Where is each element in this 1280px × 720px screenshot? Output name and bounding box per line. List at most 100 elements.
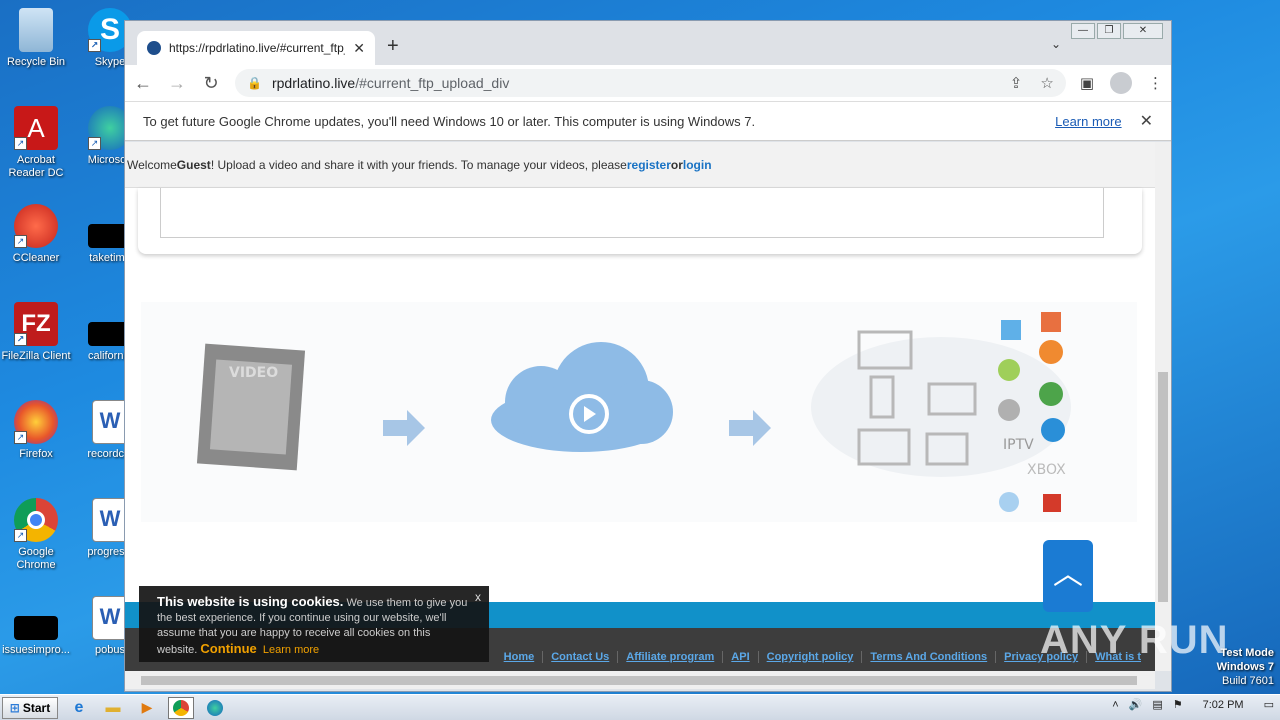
desktop-icon-acrobat[interactable]: A ↗ Acrobat Reader DC (0, 106, 72, 180)
desktop-icon-ccleaner[interactable]: ↗ CCleaner (0, 204, 72, 265)
recycle-bin-icon (19, 8, 53, 52)
cookie-learn-more-link[interactable]: Learn more (263, 644, 319, 656)
footer-link-api[interactable]: API (722, 651, 757, 663)
footer-link-copyright[interactable]: Copyright policy (757, 651, 862, 663)
new-tab-button[interactable]: + (387, 35, 399, 58)
taskbar-explorer-icon[interactable]: ▬ (100, 697, 126, 719)
acrobat-icon: A ↗ (14, 106, 58, 150)
network-icon[interactable]: ▤ (1152, 698, 1162, 711)
icon-label: Firefox (19, 448, 53, 460)
test-mode-watermark: Test Mode Windows 7 Build 7601 (1217, 646, 1274, 688)
flash-icon (1043, 494, 1061, 512)
desktop-icon-google-chrome[interactable]: ↗ Google Chrome (0, 498, 72, 572)
iptv-label: IPTV (1003, 437, 1034, 453)
forward-button[interactable]: → (167, 73, 187, 94)
address-bar[interactable]: 🔒 rpdrlatino.live/#current_ftp_upload_di… (235, 69, 1066, 97)
lock-icon[interactable]: 🔒 (247, 76, 262, 90)
windows-logo-icon: ⊞ (9, 700, 20, 715)
action-center-flag-icon[interactable]: ⚑ (1173, 698, 1183, 711)
taskbar-ie-icon[interactable]: e (66, 697, 92, 719)
icon-label: Recycle Bin (6, 56, 66, 68)
guest-name: Guest (176, 157, 211, 172)
restore-button[interactable]: ❐ (1097, 23, 1121, 39)
file-icon (14, 616, 58, 640)
show-desktop-icon[interactable]: ▭ (1264, 698, 1274, 711)
toolbar: ← → ↻ 🔒 rpdrlatino.live/#current_ftp_upl… (125, 65, 1171, 101)
desktop-icon-firefox[interactable]: ↗ Firefox (0, 400, 72, 461)
scroll-to-top-button[interactable]: ︿ (1043, 540, 1093, 612)
xbox-label: XBOX (1027, 462, 1066, 478)
icon-label: Skype (94, 56, 126, 68)
icon-label: Acrobat Reader DC (8, 154, 64, 179)
icon-label: CCleaner (12, 252, 60, 264)
html5-icon (1041, 312, 1061, 332)
upload-card (138, 188, 1142, 254)
ie-icon (1041, 418, 1065, 442)
welcome-text-mid: ! Upload a video and share it with your … (210, 157, 627, 172)
taskbar: ⊞ Start e ▬ ▶ ˄ 🔊 ▤ ⚑ 7:02 PM ▭ (0, 694, 1280, 720)
footer-link-home[interactable]: Home (496, 651, 543, 663)
update-infobar: To get future Google Chrome updates, you… (125, 101, 1171, 141)
infobar-message: To get future Google Chrome updates, you… (143, 113, 756, 129)
reload-button[interactable]: ↻ (201, 73, 221, 94)
register-link[interactable]: register (627, 158, 671, 172)
cookie-banner: x This website is using cookies. We use … (139, 586, 489, 662)
vertical-scroll-thumb[interactable] (1158, 372, 1168, 602)
side-panel-icon[interactable]: ▣ (1080, 74, 1094, 92)
footer-link-terms[interactable]: Terms And Conditions (861, 651, 995, 663)
firefox-icon: ↗ (14, 400, 58, 444)
taskbar-chrome-icon[interactable] (168, 696, 194, 719)
desktop-icon-issuesimpro[interactable]: issuesimpro... (0, 596, 72, 657)
tab-active[interactable]: https://rpdrlatino.live/#current_ftp_ ✕ (137, 31, 375, 65)
infobar-close-icon[interactable]: ✕ (1140, 111, 1153, 131)
word-document-icon: W (92, 498, 128, 542)
chrome-icon: ↗ (14, 498, 58, 542)
start-button[interactable]: ⊞ Start (2, 696, 58, 719)
upload-area[interactable] (160, 188, 1104, 238)
tab-strip: https://rpdrlatino.live/#current_ftp_ ✕ … (125, 21, 1171, 65)
tab-close-icon[interactable]: ✕ (353, 40, 365, 57)
word-document-icon: W (92, 400, 128, 444)
horizontal-scroll-thumb[interactable] (141, 676, 1137, 685)
footer-link-contact[interactable]: Contact Us (542, 651, 617, 663)
chevron-up-icon: ︿ (1053, 558, 1083, 591)
icon-label: issuesimpro... (2, 644, 70, 656)
tab-search-chevron-icon[interactable]: ⌄ (1051, 37, 1061, 51)
desktop-icon-recycle-bin[interactable]: Recycle Bin (0, 8, 72, 69)
login-link[interactable]: login (683, 158, 712, 172)
taskbar-media-player-icon[interactable]: ▶ (134, 697, 160, 719)
wm-line3: Build 7601 (1222, 675, 1274, 687)
cookie-close-button[interactable]: x (475, 590, 481, 605)
cookie-continue-button[interactable]: Continue (200, 641, 256, 656)
taskbar-edge-icon[interactable] (202, 697, 228, 719)
horizontal-scrollbar[interactable] (125, 671, 1155, 689)
menu-kebab-icon[interactable]: ⋮ (1148, 74, 1163, 92)
safari-icon (999, 492, 1019, 512)
back-button[interactable]: ← (133, 73, 153, 94)
favicon-icon (147, 41, 161, 55)
close-window-button[interactable]: ✕ (1123, 23, 1163, 39)
volume-icon[interactable]: 🔊 (1129, 698, 1143, 711)
footer-link-affiliate[interactable]: Affiliate program (617, 651, 722, 663)
minimize-button[interactable]: — (1071, 23, 1095, 39)
upload-illustration: VIDEO IPTV XBOX (141, 302, 1137, 522)
tray-expand-icon[interactable]: ˄ (1112, 699, 1118, 711)
share-icon[interactable]: ⇪ (1010, 74, 1023, 92)
icon-label: FileZilla Client (1, 350, 71, 362)
icon-label: pobus (95, 644, 125, 656)
vertical-scrollbar[interactable] (1155, 142, 1171, 671)
desktop-icon-filezilla[interactable]: FZ ↗ FileZilla Client (0, 302, 72, 363)
clock[interactable]: 7:02 PM (1203, 699, 1244, 711)
profile-avatar-icon[interactable] (1110, 72, 1132, 94)
infobar-learn-more-link[interactable]: Learn more (1055, 114, 1121, 129)
url-host: rpdrlatino.live (271, 75, 356, 91)
welcome-bar: Welcome Guest! Upload a video and share … (125, 142, 1155, 188)
ccleaner-icon: ↗ (14, 204, 58, 248)
icon-label: Google Chrome (16, 546, 56, 571)
wm-line2: Windows 7 (1216, 661, 1274, 673)
window-controls: — ❐ ✕ (1071, 23, 1163, 39)
bookmark-star-icon[interactable]: ☆ (1040, 74, 1053, 92)
windows-icon (1001, 320, 1021, 340)
filezilla-icon: FZ ↗ (14, 302, 58, 346)
wm-line1: Test Mode (1220, 647, 1274, 659)
